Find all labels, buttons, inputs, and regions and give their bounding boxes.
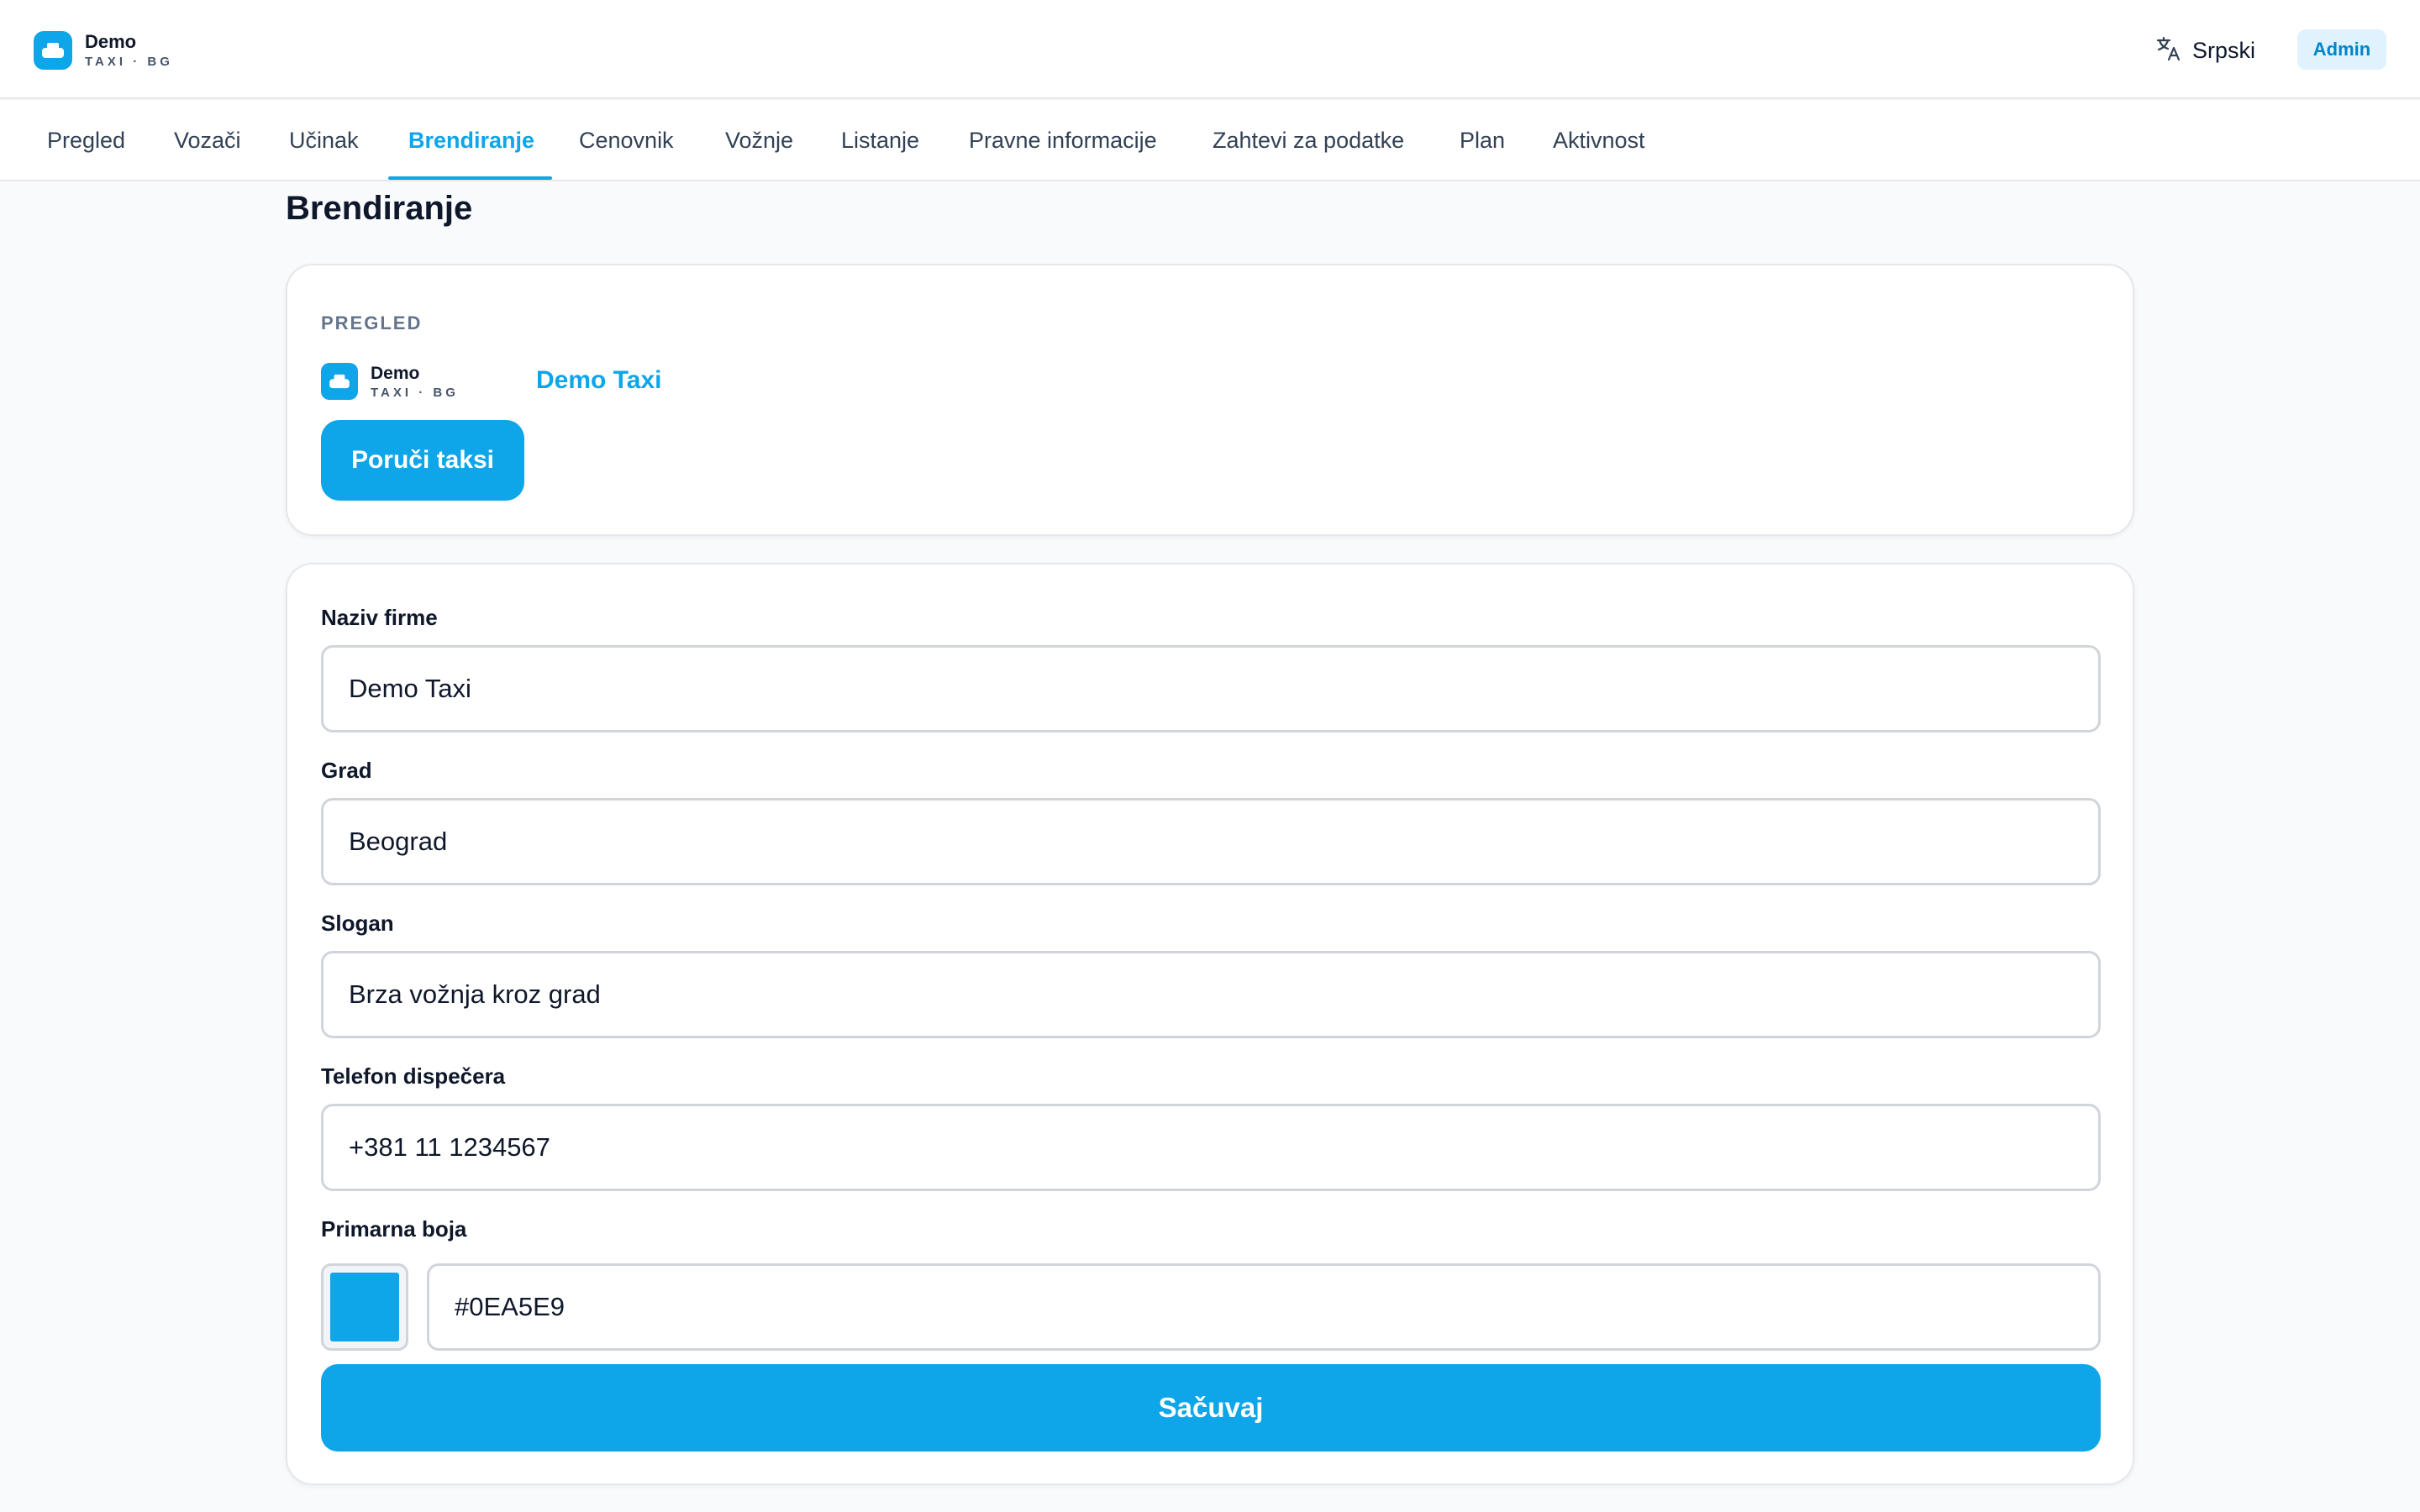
preview-company-name: Demo Taxi (536, 366, 662, 394)
save-button[interactable]: Sačuvaj (321, 1364, 2101, 1452)
preview-card: PREGLED Demo TAXI · BG Demo Taxi Poruči … (286, 264, 2134, 536)
color-swatch-fill (330, 1273, 399, 1341)
tab-plan[interactable]: Plan (1460, 101, 1505, 180)
branding-form: Naziv firme Demo Taxi Grad Beograd Sloga… (286, 563, 2134, 1485)
tab-ucinak[interactable]: Učinak (289, 101, 359, 180)
tab-brendiranje[interactable]: Brendiranje (408, 101, 534, 180)
tab-cenovnik[interactable]: Cenovnik (579, 101, 674, 180)
page-title: Brendiranje (286, 190, 473, 227)
order-taxi-button[interactable]: Poruči taksi (321, 420, 524, 501)
preview-section-label: PREGLED (321, 312, 423, 333)
role-badge: Admin (2297, 29, 2386, 70)
preview-brand-name: Demo (371, 363, 420, 383)
top-bar: Demo TAXI · BG Srpski Admin (0, 0, 2420, 99)
active-tab-indicator (388, 176, 552, 180)
color-picker[interactable] (321, 1263, 408, 1351)
taxi-icon (321, 363, 358, 400)
brand-logo[interactable]: Demo TAXI · BG (34, 30, 173, 71)
tab-pregled[interactable]: Pregled (47, 101, 125, 180)
primary-color-label: Primarna boja (321, 1216, 467, 1242)
preview-brand-subtitle: TAXI · BG (371, 385, 459, 400)
dispatcher-phone-label: Telefon dispečera (321, 1063, 506, 1089)
city-label: Grad (321, 758, 372, 783)
brand-name: Demo (85, 31, 137, 52)
dispatcher-phone-input[interactable]: +381 11 1234567 (321, 1104, 2101, 1191)
tab-zahtevi-za-podatke[interactable]: Zahtevi za podatke (1213, 101, 1404, 180)
language-label: Srpski (2191, 37, 2255, 63)
city-input[interactable]: Beograd (321, 798, 2101, 885)
primary-color-input[interactable]: #0EA5E9 (427, 1263, 2101, 1351)
taxi-icon (34, 31, 72, 70)
tab-voznje[interactable]: Vožnje (725, 101, 793, 180)
tab-listanje[interactable]: Listanje (841, 101, 919, 180)
tab-pravne-informacije[interactable]: Pravne informacije (969, 101, 1157, 180)
brand-subtitle: TAXI · BG (85, 55, 173, 69)
nav-tabs: Pregled Vozači Učinak Brendiranje Cenovn… (0, 101, 2420, 181)
tab-vozaci[interactable]: Vozači (174, 101, 241, 180)
preview-brand-logo: Demo TAXI · BG (321, 363, 459, 400)
slogan-input[interactable]: Brza vožnja kroz grad (321, 951, 2101, 1038)
company-name-label: Naziv firme (321, 605, 438, 630)
company-name-input[interactable]: Demo Taxi (321, 645, 2101, 732)
slogan-label: Slogan (321, 911, 394, 936)
language-switcher[interactable]: Srpski (2155, 34, 2255, 67)
tab-aktivnost[interactable]: Aktivnost (1553, 101, 1645, 180)
translate-icon (2155, 35, 2182, 66)
